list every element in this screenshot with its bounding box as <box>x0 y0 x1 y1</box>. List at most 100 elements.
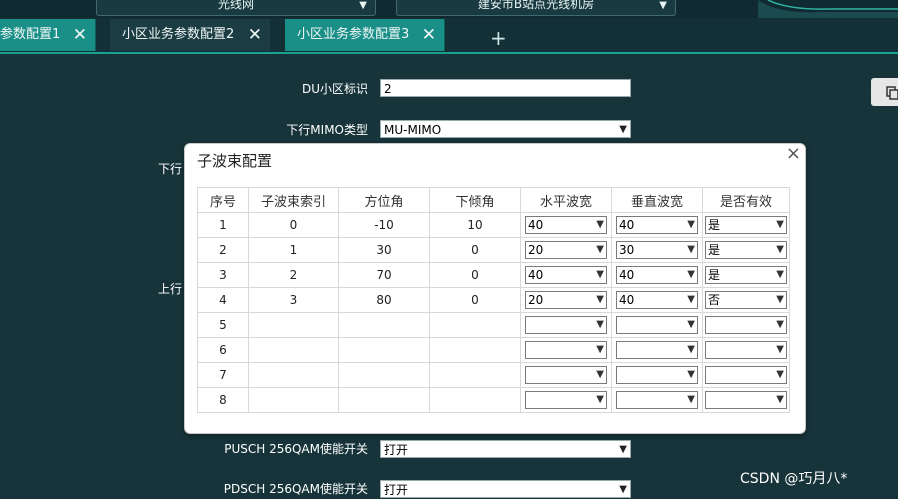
cell-v_width: ▼ <box>611 362 703 388</box>
cell-tilt[interactable]: 0 <box>429 237 521 263</box>
tab-config-3[interactable]: 小区业务参数配置3 ✕ <box>285 19 445 51</box>
h-width-select-value: 20 <box>528 243 544 257</box>
close-icon[interactable]: × <box>786 143 801 164</box>
cell-azimuth[interactable]: 80 <box>338 287 430 313</box>
cell-tilt[interactable] <box>429 337 521 363</box>
cell-tilt[interactable]: 10 <box>429 212 521 238</box>
column-header: 子波束索引 <box>248 187 339 213</box>
du-cell-id-input[interactable]: 2 <box>380 79 631 97</box>
cell-index[interactable] <box>248 362 339 388</box>
cell-valid: 是 ▼ <box>702 212 790 238</box>
cell-index[interactable] <box>248 312 339 338</box>
v-width-select[interactable]: 40 ▼ <box>616 216 698 234</box>
cell-tilt[interactable]: 0 <box>429 262 521 288</box>
cell-index[interactable]: 0 <box>248 212 339 238</box>
valid-select[interactable]: ▼ <box>705 316 787 334</box>
cell-index[interactable]: 3 <box>248 287 339 313</box>
v-width-select[interactable]: ▼ <box>616 391 698 409</box>
cell-azimuth[interactable]: 30 <box>338 237 430 263</box>
tab-bar: 参数配置1 ✕ 小区业务参数配置2 ✕ 小区业务参数配置3 ✕ <box>0 18 898 54</box>
tab-label: 小区业务参数配置3 <box>297 27 410 42</box>
cell-no: 8 <box>197 387 249 413</box>
cell-azimuth[interactable]: 70 <box>338 262 430 288</box>
chevron-down-icon: ▼ <box>776 294 784 305</box>
valid-select[interactable]: 是 ▼ <box>705 241 787 259</box>
h-width-select[interactable]: 40 ▼ <box>525 266 607 284</box>
tab-label: 小区业务参数配置2 <box>122 27 235 42</box>
h-width-select[interactable]: ▼ <box>525 316 607 334</box>
h-width-select[interactable]: 20 ▼ <box>525 241 607 259</box>
pusch-256qam-select[interactable]: 打开 ▼ <box>380 440 631 458</box>
valid-select-value: 是 <box>708 218 721 232</box>
cell-valid: 是 ▼ <box>702 237 790 263</box>
valid-select[interactable]: ▼ <box>705 366 787 384</box>
cell-tilt[interactable]: 0 <box>429 287 521 313</box>
valid-select[interactable]: 是 ▼ <box>705 266 787 284</box>
cell-index[interactable] <box>248 337 339 363</box>
cell-azimuth[interactable] <box>338 362 430 388</box>
cell-index[interactable]: 1 <box>248 237 339 263</box>
chevron-down-icon: ▼ <box>596 319 604 330</box>
add-tab-icon[interactable]: + <box>490 22 507 54</box>
v-width-select-value: 40 <box>619 293 635 307</box>
table-header-row: 序号 子波束索引 方位角 下倾角 水平波宽 垂直波宽 是否有效 <box>197 187 790 213</box>
chevron-down-icon: ▼ <box>687 344 695 355</box>
valid-select[interactable]: 否 ▼ <box>705 291 787 309</box>
h-width-select[interactable]: 20 ▼ <box>525 291 607 309</box>
v-width-select[interactable]: ▼ <box>616 341 698 359</box>
cell-h_width: 40 ▼ <box>520 212 612 238</box>
cell-no: 6 <box>197 337 249 363</box>
v-width-select[interactable]: ▼ <box>616 316 698 334</box>
du-cell-id-label: DU小区标识 <box>301 82 368 96</box>
cell-azimuth[interactable] <box>338 387 430 413</box>
valid-select[interactable]: ▼ <box>705 391 787 409</box>
cell-tilt[interactable] <box>429 362 521 388</box>
chevron-down-icon: ▼ <box>687 244 695 255</box>
chevron-down-icon: ▼ <box>776 319 784 330</box>
sub-beam-config-dialog: 子波束配置 × 序号 子波束索引 方位角 下倾角 水平波宽 垂直波宽 是否有效 1 0 -10 1… <box>184 143 806 434</box>
cell-no: 2 <box>197 237 249 263</box>
cell-valid: 是 ▼ <box>702 262 790 288</box>
valid-select[interactable]: ▼ <box>705 341 787 359</box>
cell-no: 1 <box>197 212 249 238</box>
v-width-select[interactable]: 40 ▼ <box>616 291 698 309</box>
copy-button[interactable] <box>871 78 898 106</box>
pusch-256qam-label: PUSCH 256QAM使能开关 <box>224 442 368 456</box>
h-width-select[interactable]: ▼ <box>525 341 607 359</box>
cell-index[interactable]: 2 <box>248 262 339 288</box>
site-select[interactable]: 建安市B站点光线机房 ▼ <box>396 0 676 16</box>
cell-azimuth[interactable] <box>338 312 430 338</box>
valid-select-value: 是 <box>708 243 721 257</box>
cell-tilt[interactable] <box>429 387 521 413</box>
v-width-select[interactable]: ▼ <box>616 366 698 384</box>
cell-index[interactable] <box>248 387 339 413</box>
chevron-down-icon: ▼ <box>596 394 604 405</box>
chevron-down-icon: ▼ <box>596 269 604 280</box>
close-icon[interactable]: ✕ <box>422 19 436 51</box>
valid-select[interactable]: 是 ▼ <box>705 216 787 234</box>
h-width-select[interactable]: 40 ▼ <box>525 216 607 234</box>
tab-config-1[interactable]: 参数配置1 ✕ <box>0 19 96 51</box>
cell-no: 5 <box>197 312 249 338</box>
v-width-select[interactable]: 30 ▼ <box>616 241 698 259</box>
close-icon[interactable]: ✕ <box>248 19 262 51</box>
v-width-select[interactable]: 40 ▼ <box>616 266 698 284</box>
cell-tilt[interactable] <box>429 312 521 338</box>
network-select-value: 光线网 <box>217 0 254 11</box>
column-header: 是否有效 <box>702 187 790 213</box>
close-icon[interactable]: ✕ <box>73 19 87 51</box>
dl-mimo-select[interactable]: MU-MIMO ▼ <box>380 120 631 138</box>
tab-config-2[interactable]: 小区业务参数配置2 ✕ <box>110 19 270 51</box>
h-width-select[interactable]: ▼ <box>525 366 607 384</box>
network-select[interactable]: 光线网 ▼ <box>96 0 376 16</box>
valid-select-value: 否 <box>708 293 721 307</box>
chevron-down-icon: ▼ <box>687 369 695 380</box>
pdsch-256qam-select[interactable]: 打开 ▼ <box>380 480 631 498</box>
partial-label-uplink: 上行 <box>158 282 183 296</box>
cell-azimuth[interactable]: -10 <box>338 212 430 238</box>
h-width-select[interactable]: ▼ <box>525 391 607 409</box>
tab-label: 参数配置1 <box>0 27 61 42</box>
column-header: 垂直波宽 <box>611 187 703 213</box>
cell-azimuth[interactable] <box>338 337 430 363</box>
chevron-down-icon: ▼ <box>687 219 695 230</box>
